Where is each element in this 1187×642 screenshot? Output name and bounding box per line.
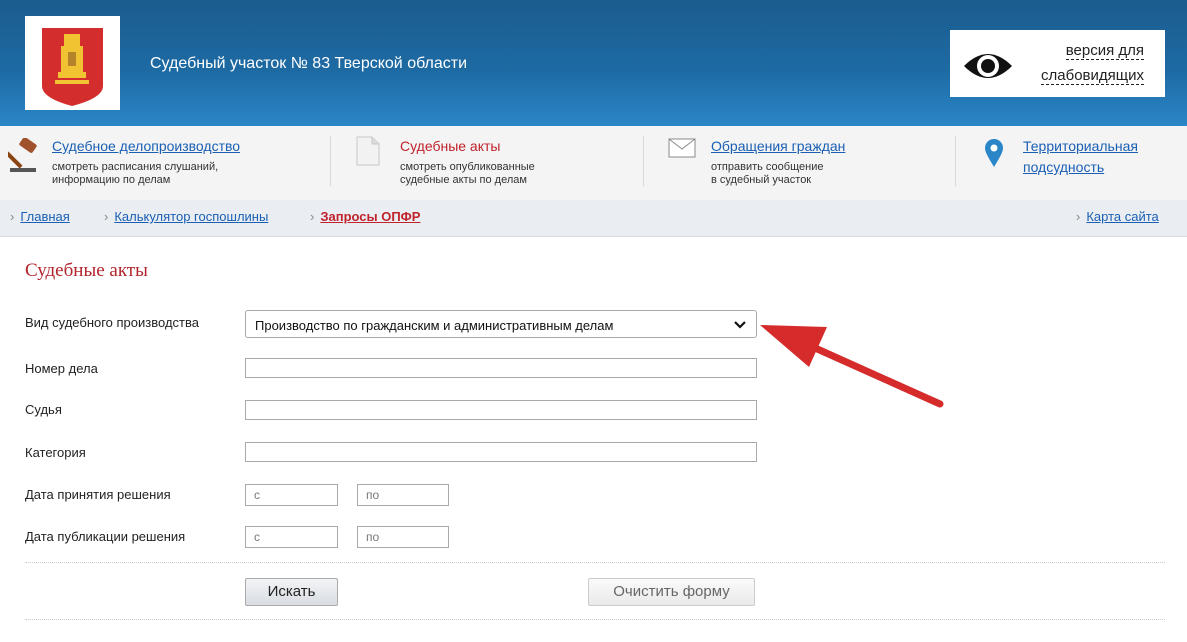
search-button[interactable]: Искать	[245, 578, 338, 606]
nav-citizen-appeals[interactable]: Обращения граждан отправить сообщение в …	[650, 126, 950, 200]
chevron-right-icon: ›	[1076, 209, 1081, 224]
breadcrumb-calculator[interactable]: Калькулятор госпошлины	[114, 209, 268, 224]
page-title: Судебные акты	[25, 260, 148, 281]
nav-court-acts[interactable]: Судебные акты смотреть опубликованные су…	[340, 126, 640, 200]
breadcrumb-home[interactable]: Главная	[20, 209, 69, 224]
nav-link-territorial-2[interactable]: подсудность	[1023, 159, 1104, 175]
chevron-right-icon: ›	[104, 209, 109, 224]
nav-sub-1b: информацию по делам	[52, 174, 171, 186]
case-number-input[interactable]	[245, 358, 757, 378]
nav-sub-1a: смотреть расписания слушаний,	[52, 161, 219, 173]
breadcrumb-current[interactable]: Запросы ОПФР	[320, 209, 420, 224]
judge-label: Судья	[25, 402, 62, 417]
publish-date-label: Дата публикации решения	[25, 529, 186, 544]
map-pin-icon	[984, 138, 1004, 173]
decision-date-to-input[interactable]: по	[357, 484, 449, 506]
clear-form-button[interactable]: Очистить форму	[588, 578, 755, 606]
chevron-right-icon: ›	[10, 209, 15, 224]
publish-date-to-input[interactable]: по	[357, 526, 449, 548]
breadcrumb: › Главная › Калькулятор госпошлины › Запрос…	[0, 200, 1187, 237]
nav-sub-3a: отправить сообщение	[711, 161, 824, 173]
proceeding-type-label: Вид судебного производства	[25, 315, 199, 330]
eye-icon	[962, 48, 1014, 89]
main-navigation: Судебное делопроизводство смотреть распи…	[0, 126, 1187, 201]
nav-link-judicial-proceedings[interactable]: Судебное делопроизводство	[52, 138, 240, 154]
envelope-icon	[668, 138, 696, 163]
proceeding-type-value: Производство по гражданским и администра…	[255, 318, 614, 333]
site-title: Судебный участок № 83 Тверской области	[150, 55, 468, 72]
nav-sub-2a: смотреть опубликованные	[400, 161, 535, 173]
category-label: Категория	[25, 445, 86, 460]
gavel-icon	[5, 137, 40, 179]
nav-link-citizen-appeals[interactable]: Обращения граждан	[711, 138, 845, 154]
nav-link-territorial-1[interactable]: Территориальная	[1023, 138, 1138, 154]
publish-date-from-input[interactable]: с	[245, 526, 338, 548]
chevron-right-icon: ›	[310, 209, 315, 224]
annotation-arrow-icon	[755, 315, 950, 415]
nav-sub-3b: в судебный участок	[711, 174, 812, 186]
nav-judicial-proceedings[interactable]: Судебное делопроизводство смотреть распи…	[0, 126, 330, 200]
sitemap-link[interactable]: Карта сайта	[1086, 209, 1158, 224]
nav-territorial-jurisdiction[interactable]: Территориальная подсудность	[960, 126, 1187, 200]
nav-divider	[643, 136, 644, 186]
nav-divider	[330, 136, 331, 186]
site-header: Судебный участок № 83 Тверской области в…	[0, 0, 1187, 126]
divider	[25, 562, 1165, 563]
case-number-label: Номер дела	[25, 361, 98, 376]
judge-input[interactable]	[245, 400, 757, 420]
coat-of-arms-logo[interactable]	[25, 16, 120, 110]
proceeding-type-select[interactable]: Производство по гражданским и администра…	[245, 310, 757, 338]
category-input[interactable]	[245, 442, 757, 462]
low-vision-label[interactable]: версия для слабовидящих	[1027, 38, 1144, 88]
decision-date-from-input[interactable]: с	[245, 484, 338, 506]
divider	[25, 619, 1165, 620]
document-icon	[356, 136, 380, 171]
decision-date-label: Дата принятия решения	[25, 487, 171, 502]
nav-sub-2b: судебные акты по делам	[400, 174, 527, 186]
nav-divider	[955, 136, 956, 186]
nav-link-court-acts[interactable]: Судебные акты	[400, 138, 500, 154]
chevron-down-icon	[734, 318, 746, 333]
